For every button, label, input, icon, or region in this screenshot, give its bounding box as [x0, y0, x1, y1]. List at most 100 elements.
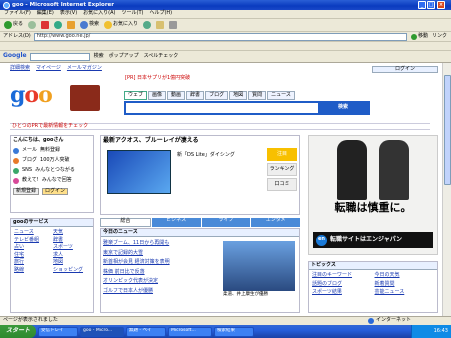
login-button[interactable]: ログイン [42, 187, 69, 195]
photo-caption[interactable]: 柔道、井上康生が優勝 [223, 292, 295, 298]
search-button[interactable]: 検索 [79, 20, 100, 30]
maximize-button[interactable]: □ [427, 1, 435, 9]
links-label[interactable]: リンク [432, 33, 447, 40]
member-item[interactable]: メール 無料登録 [11, 146, 93, 156]
minimize-button[interactable]: _ [418, 1, 426, 9]
ad-banner[interactable]: 転職は慎重に。 en 転職サイトはエンジャパン [308, 135, 438, 255]
taskbar-item[interactable]: goo - Micro... [80, 326, 124, 337]
address-input[interactable]: http://www.goo.ne.jp/ [33, 32, 407, 41]
header-links: 詳細検索 マイページ メールマガジン [10, 65, 250, 72]
tab-news[interactable]: ニュース [267, 91, 295, 100]
topic-link[interactable]: 新着質問 [375, 281, 435, 288]
google-logo[interactable]: Google [3, 53, 27, 60]
side-button[interactable]: ランキング [267, 163, 297, 176]
topics-grid: 注目のキーワード 今日の天気 話題のブログ 新着質問 スポーツ結果 芸能ニュース [309, 270, 437, 299]
tab-general[interactable]: 総合 [100, 218, 151, 227]
home-button[interactable] [66, 20, 76, 30]
service-link[interactable]: スポーツ [53, 244, 90, 251]
top-link[interactable]: メールマガジン [67, 65, 102, 72]
news-item[interactable]: 新首相が会見 経済対策を表明 [103, 258, 217, 268]
menu-edit[interactable]: 編集(E) [37, 11, 54, 17]
vertical-scrollbar[interactable] [442, 63, 451, 316]
sns-icon [13, 167, 19, 174]
feature-title[interactable]: 最新アクオス、ブルーレイが凄える [101, 136, 299, 147]
service-link[interactable]: 辞書 [53, 237, 90, 244]
tab-question[interactable]: 質問 [248, 91, 267, 100]
member-item[interactable]: SNS みんなとつながる [11, 166, 93, 176]
headline-ticker[interactable]: [PR] 日本サプリが1億円突破 [125, 75, 305, 82]
register-button[interactable]: 新規登録 [13, 187, 40, 195]
popup-blocker-button[interactable]: ポップアップ [108, 52, 140, 62]
close-button[interactable]: × [437, 1, 445, 9]
service-link[interactable]: ショッピング [53, 267, 90, 274]
login-link[interactable]: ログイン [372, 66, 438, 73]
news-item[interactable]: ゴルフで日本人が優勝 [103, 287, 217, 297]
goo-logo[interactable]: goo [10, 83, 53, 107]
menu-tools[interactable]: ツール(T) [122, 11, 144, 17]
history-button[interactable] [142, 20, 152, 30]
tab-video[interactable]: 動画 [167, 91, 186, 100]
side-button[interactable]: 口コミ [267, 178, 297, 191]
taskbar-item[interactable]: 検索結果 [214, 326, 254, 337]
news-item[interactable]: 雅楽ブーム、11日から再開も [103, 239, 217, 249]
back-button[interactable]: 戻る [3, 20, 24, 30]
tab-map[interactable]: 地図 [229, 91, 248, 100]
taskbar-item[interactable]: 無題 - ペイ [126, 326, 166, 337]
service-link[interactable]: テレビ番組 [14, 237, 51, 244]
top-link[interactable]: マイページ [36, 65, 61, 72]
tab-blog[interactable]: ブログ [205, 91, 229, 100]
mail-button[interactable] [155, 20, 165, 30]
menu-favorites[interactable]: お気に入り(A) [83, 11, 115, 17]
news-item[interactable]: 株価 前日比で反落 [103, 268, 217, 278]
tab-business[interactable]: ビジネス [151, 217, 201, 227]
print-button[interactable] [168, 20, 178, 30]
topic-link[interactable]: スポーツ結果 [312, 289, 372, 296]
taskbar-item[interactable]: 受信トレイ [38, 326, 78, 337]
tab-life[interactable]: ライフ [201, 217, 251, 227]
topic-link[interactable]: 芸能ニュース [375, 289, 435, 296]
stop-button[interactable] [40, 20, 50, 30]
service-link[interactable]: ニュース [14, 229, 51, 236]
menu-file[interactable]: ファイル(F) [4, 11, 31, 17]
tab-web[interactable]: ウェブ [124, 91, 148, 100]
forward-button[interactable] [27, 20, 37, 30]
go-button[interactable]: 移動 [410, 32, 429, 42]
search-input[interactable] [126, 103, 318, 113]
tab-image[interactable]: 画像 [148, 91, 167, 100]
topic-link[interactable]: 今日の天気 [375, 272, 435, 279]
service-link[interactable]: 求人 [53, 252, 90, 259]
side-button[interactable]: 注目 [267, 148, 297, 161]
tab-entertainment[interactable]: エンタメ [251, 217, 300, 227]
menu-view[interactable]: 表示(V) [60, 11, 77, 17]
member-item[interactable]: 教えて! みんなで回答 [11, 176, 93, 186]
start-button[interactable]: スタート [0, 325, 36, 338]
news-list: 雅楽ブーム、11日から再開も 東京で記録的大雪 新首相が会見 経済対策を表明 株… [101, 237, 219, 298]
topic-link[interactable]: 話題のブログ [312, 281, 372, 288]
service-link[interactable]: 占い [14, 244, 51, 251]
top-link[interactable]: 詳細検索 [10, 65, 30, 72]
service-link[interactable]: 天気 [53, 229, 90, 236]
member-item[interactable]: ブログ 100万人突破 [11, 156, 93, 166]
services-title: gooのサービス [11, 219, 93, 227]
tab-dictionary[interactable]: 辞書 [186, 91, 205, 100]
service-link[interactable]: 住宅 [14, 252, 51, 259]
google-search-input[interactable] [29, 52, 90, 61]
scroll-thumb[interactable] [444, 75, 451, 185]
service-link[interactable]: 路線 [14, 267, 51, 274]
service-link[interactable]: 地図 [53, 259, 90, 266]
refresh-button[interactable] [53, 20, 63, 30]
news-item[interactable]: 東京で記録的大雪 [103, 249, 217, 259]
service-link[interactable]: 旅行 [14, 259, 51, 266]
taskbar-item[interactable]: Microsoft... [168, 326, 212, 337]
google-search-button[interactable]: 検索 [93, 52, 105, 62]
topic-link[interactable]: 注目のキーワード [312, 272, 372, 279]
tv-image[interactable] [107, 150, 171, 194]
news-photo[interactable] [223, 241, 295, 291]
search-submit-button[interactable]: 検索 [318, 103, 368, 113]
spellcheck-button[interactable]: スペルチェック [143, 52, 180, 62]
menu-help[interactable]: ヘルプ(H) [149, 11, 172, 17]
favorites-button[interactable]: お気に入り [103, 20, 139, 30]
news-item[interactable]: オリンピック代表が決定 [103, 277, 217, 287]
star-icon [104, 21, 113, 29]
feature-caption[interactable]: 新「DS Lite」ダイシング [177, 152, 265, 159]
